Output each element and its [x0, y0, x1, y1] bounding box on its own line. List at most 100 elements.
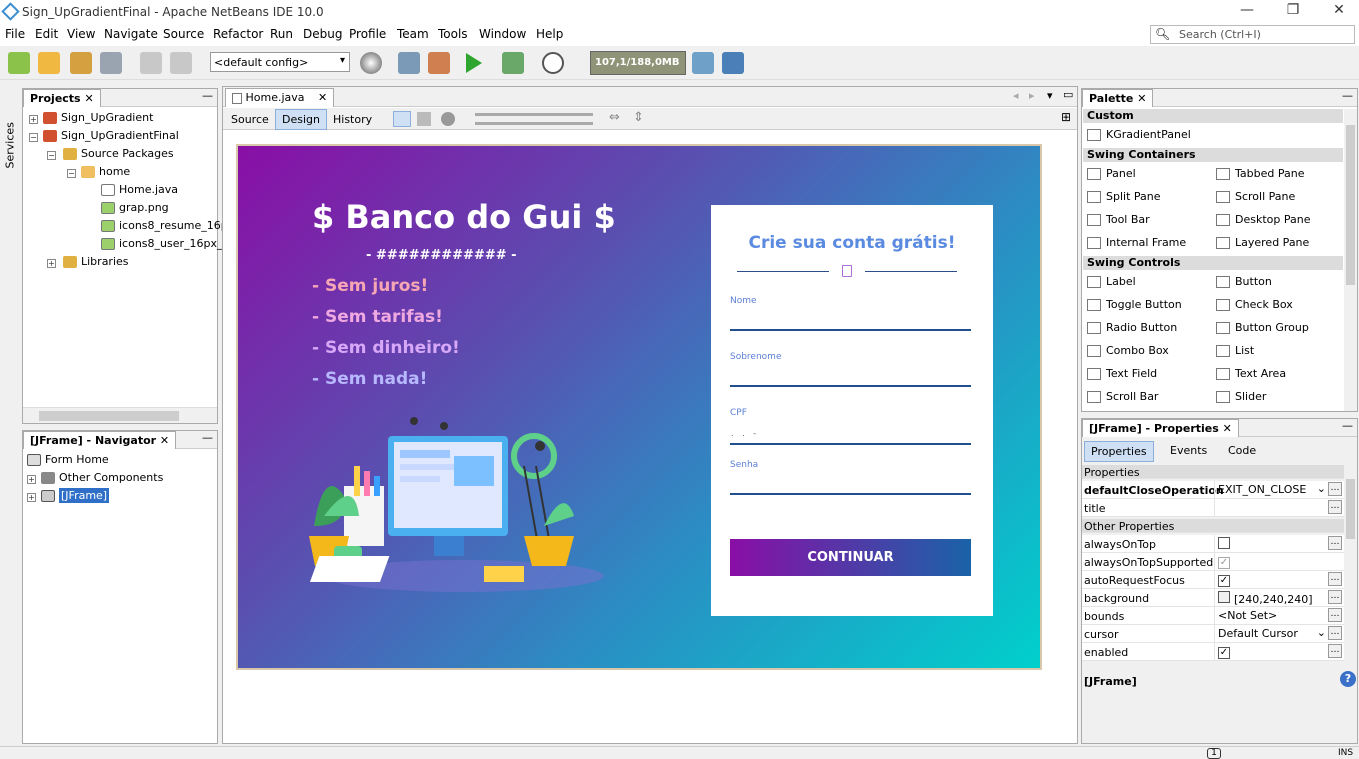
resize-vertical-icon[interactable]: ⇕	[633, 110, 644, 125]
tab-properties[interactable]: Properties	[1084, 441, 1154, 462]
chevron-left-icon[interactable]: ◂	[1013, 89, 1019, 102]
tab-source[interactable]: Source	[227, 111, 273, 128]
menu-file[interactable]: File	[5, 27, 25, 41]
checkbox[interactable]: ✓	[1218, 575, 1230, 587]
restore-button[interactable]: ❐	[1278, 2, 1308, 22]
property-value-dropdown[interactable]: Default Cursor ⌄…	[1214, 625, 1342, 642]
tab-home-java[interactable]: Home.java ✕	[225, 88, 335, 107]
memory-indicator[interactable]: 107,1/188,0MB	[590, 51, 686, 75]
property-row[interactable]: enabled ✓…	[1082, 643, 1344, 661]
palette-item[interactable]: Button Group	[1216, 321, 1309, 334]
property-row[interactable]: background [240,240,240]…	[1082, 589, 1344, 607]
collapse-icon[interactable]: −	[47, 151, 56, 160]
palette-item[interactable]: Text Field	[1087, 367, 1157, 380]
nome-field[interactable]	[730, 329, 971, 331]
config-dropdown[interactable]: <default config> ▾	[210, 52, 350, 72]
menu-tools[interactable]: Tools	[438, 27, 468, 41]
open-project-icon[interactable]	[70, 52, 92, 74]
scrollbar-thumb[interactable]	[1346, 125, 1355, 285]
expand-icon[interactable]: +	[47, 259, 56, 268]
property-row[interactable]: bounds <Not Set>…	[1082, 607, 1344, 625]
close-tab-icon[interactable]: ✕	[318, 91, 327, 104]
close-window-button[interactable]: ✕	[1324, 2, 1354, 22]
palette-item[interactable]: Combo Box	[1087, 344, 1169, 357]
property-color[interactable]: [240,240,240]…	[1214, 589, 1342, 606]
palette-item[interactable]: Layered Pane	[1216, 236, 1309, 249]
tree-item-libraries[interactable]: Libraries	[63, 255, 129, 273]
more-button[interactable]: …	[1328, 644, 1342, 658]
palette-item[interactable]: Split Pane	[1087, 190, 1161, 203]
preview-design-icon[interactable]	[441, 112, 455, 126]
tree-item-project[interactable]: Sign_UpGradientFinal	[43, 129, 179, 147]
bullet-label[interactable]: - Sem juros!	[312, 276, 428, 296]
menu-debug[interactable]: Debug	[303, 27, 342, 41]
property-value-field[interactable]: <Not Set>…	[1214, 607, 1342, 624]
jframe-design-canvas[interactable]: $ Banco do Gui $ - ############ - - Sem …	[236, 144, 1042, 670]
property-value-dropdown[interactable]: EXIT_ON_CLOSE ⌄…	[1214, 481, 1342, 498]
palette-item[interactable]: KGradientPanel	[1087, 128, 1191, 141]
tab-properties-panel[interactable]: [JFrame] - Properties ✕	[1082, 419, 1239, 437]
menu-help[interactable]: Help	[536, 27, 563, 41]
bullet-label[interactable]: - Sem nada!	[312, 369, 427, 389]
tree-item-package[interactable]: home	[81, 165, 130, 183]
palette-item[interactable]: List	[1216, 344, 1254, 357]
more-button[interactable]: …	[1328, 482, 1342, 496]
maximize-icon[interactable]: ▭	[1063, 88, 1073, 101]
menu-navigate[interactable]: Navigate	[104, 27, 158, 41]
palette-item[interactable]: Check Box	[1216, 298, 1293, 311]
nav-item-form[interactable]: Form Home	[27, 453, 109, 471]
redo-icon[interactable]	[170, 52, 192, 74]
palette-item[interactable]: Slider	[1216, 390, 1266, 403]
card-title[interactable]: Crie sua conta grátis!	[711, 233, 993, 253]
property-row[interactable]: cursor Default Cursor ⌄…	[1082, 625, 1344, 643]
form-heading[interactable]: $ Banco do Gui $	[312, 198, 616, 236]
bullet-label[interactable]: - Sem tarifas!	[312, 307, 443, 327]
illustration-image[interactable]	[304, 406, 608, 606]
palette-item[interactable]: Text Area	[1216, 367, 1286, 380]
more-button[interactable]: …	[1328, 572, 1342, 586]
tree-item-file[interactable]: icons8_user_16px_	[101, 237, 223, 255]
palette-item[interactable]: Panel	[1087, 167, 1136, 180]
profile-ide-icon[interactable]	[722, 52, 744, 74]
palette-section-controls[interactable]: Swing Controls	[1083, 256, 1343, 270]
form-subheading[interactable]: - ############ -	[366, 248, 517, 263]
cpf-field[interactable]	[730, 443, 971, 445]
profile-icon[interactable]	[542, 52, 564, 74]
tab-code[interactable]: Code	[1228, 444, 1256, 457]
palette-item[interactable]: Internal Frame	[1087, 236, 1186, 249]
menu-team[interactable]: Team	[397, 27, 429, 41]
continuar-button[interactable]: CONTINUAR	[730, 539, 971, 576]
palette-scrollbar[interactable]	[1344, 109, 1357, 411]
scrollbar-thumb[interactable]	[39, 411, 179, 421]
palette-item[interactable]: Tabbed Pane	[1216, 167, 1304, 180]
search-box[interactable]: 🔍︎ Search (Ctrl+I)	[1150, 25, 1355, 44]
tab-palette[interactable]: Palette ✕	[1082, 89, 1154, 107]
more-button[interactable]: …	[1328, 608, 1342, 622]
property-checkbox[interactable]: ✓…	[1214, 571, 1342, 588]
save-all-icon[interactable]	[100, 52, 122, 74]
new-file-icon[interactable]	[8, 52, 30, 74]
tab-events[interactable]: Events	[1170, 444, 1207, 457]
menu-profile[interactable]: Profile	[349, 27, 386, 41]
more-button[interactable]: …	[1328, 590, 1342, 604]
minimize-panel-icon[interactable]: —	[202, 431, 213, 444]
undo-icon[interactable]	[140, 52, 162, 74]
properties-group[interactable]: Other Properties	[1082, 519, 1344, 533]
menu-refactor[interactable]: Refactor	[213, 27, 263, 41]
menu-window[interactable]: Window	[479, 27, 526, 41]
property-row[interactable]: defaultCloseOperation EXIT_ON_CLOSE ⌄…	[1082, 481, 1344, 499]
clean-build-icon[interactable]	[428, 52, 450, 74]
palette-item[interactable]: Scroll Bar	[1087, 390, 1158, 403]
property-row[interactable]: title…	[1082, 499, 1344, 517]
palette-item[interactable]: Desktop Pane	[1216, 213, 1310, 226]
globe-icon[interactable]	[360, 52, 382, 74]
tab-projects[interactable]: Projects ✕	[23, 89, 101, 107]
build-icon[interactable]	[398, 52, 420, 74]
selection-mode-icon[interactable]	[393, 111, 411, 127]
resize-horizontal-icon[interactable]: ⇔	[609, 110, 620, 125]
expand-icon[interactable]: +	[27, 475, 36, 484]
property-checkbox[interactable]: …	[1214, 535, 1342, 552]
collapse-icon[interactable]: −	[67, 169, 76, 178]
nav-item-jframe[interactable]: [JFrame]	[41, 488, 110, 507]
tab-history[interactable]: History	[329, 111, 376, 128]
